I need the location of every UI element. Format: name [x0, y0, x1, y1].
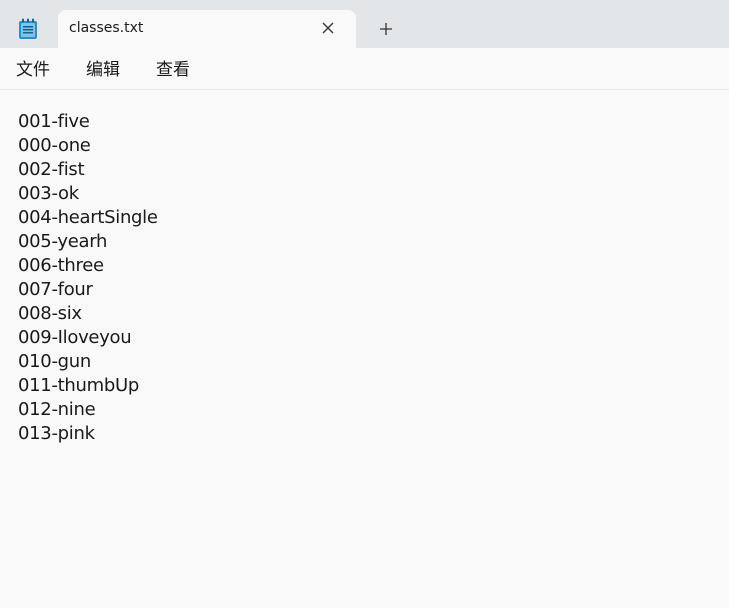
text-line: 005-yearh: [18, 231, 108, 252]
tab-title: classes.txt: [69, 20, 144, 36]
menu-bar: 文件 编辑 查看: [0, 48, 729, 90]
notepad-icon: [18, 18, 38, 40]
text-line: 013-pink: [18, 423, 95, 444]
menu-edit[interactable]: 编辑: [86, 60, 120, 80]
plus-icon[interactable]: [377, 20, 395, 38]
text-line: 009-Iloveyou: [18, 327, 132, 348]
text-line: 001-five: [18, 111, 90, 132]
text-line: 004-heartSingle: [18, 207, 158, 228]
menu-view[interactable]: 查看: [156, 60, 190, 80]
text-line: 012-nine: [18, 399, 96, 420]
tab-classes-txt[interactable]: classes.txt: [58, 10, 356, 48]
title-bar: classes.txt: [0, 0, 729, 48]
close-icon[interactable]: [320, 20, 336, 36]
text-line: 010-gun: [18, 351, 91, 372]
text-line: 000-one: [18, 135, 91, 156]
text-line: 008-six: [18, 303, 82, 324]
text-line: 007-four: [18, 279, 93, 300]
text-line: 006-three: [18, 255, 104, 276]
text-line: 002-fist: [18, 159, 85, 180]
text-line: 011-thumbUp: [18, 375, 139, 396]
text-line: 003-ok: [18, 183, 79, 204]
text-editor[interactable]: 001-five 000-one 002-fist 003-ok 004-hea…: [0, 90, 729, 608]
menu-file[interactable]: 文件: [16, 60, 50, 80]
